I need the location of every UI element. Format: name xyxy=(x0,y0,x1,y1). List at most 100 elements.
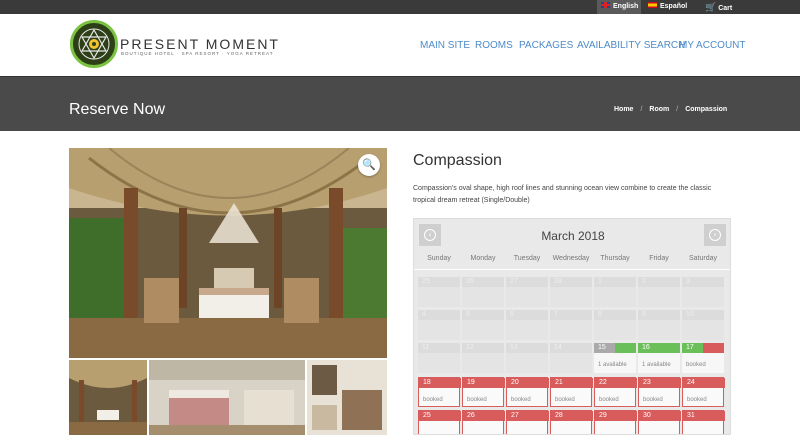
thumbnail-illustration xyxy=(149,360,305,435)
calendar-day-cell[interactable]: 21 booked xyxy=(550,377,593,407)
gallery-thumbnail[interactable] xyxy=(149,360,305,435)
calendar-day-status: booked xyxy=(511,397,531,403)
sacred-geometry-icon xyxy=(78,28,110,60)
brand-tagline: BOUTIQUE HOTEL · SPA RESORT · YOGA RETRE… xyxy=(121,51,274,56)
calendar-day-number: 31 xyxy=(683,411,725,421)
breadcrumb-separator: / xyxy=(640,106,643,113)
calendar-day-number: 10 xyxy=(682,310,724,320)
language-spanish-link[interactable]: Español xyxy=(648,0,694,14)
calendar-day-status: booked xyxy=(423,397,443,403)
page-title: Reserve Now xyxy=(69,101,166,118)
weekday-label: Monday xyxy=(470,255,496,262)
calendar-day-number: 18 xyxy=(419,378,461,388)
calendar-day-cell: 7 xyxy=(550,310,592,340)
calendar-day-number: 26 xyxy=(463,411,505,421)
calendar-day-number: 8 xyxy=(594,310,636,320)
calendar-day-cell[interactable]: 29 xyxy=(594,410,637,434)
calendar-day-number: 20 xyxy=(507,378,549,388)
calendar-day-cell[interactable]: 26 xyxy=(462,410,505,434)
calendar-day-cell: 5 xyxy=(462,310,504,340)
next-month-button[interactable]: › xyxy=(704,224,726,246)
calendar-day-cell[interactable]: 28 xyxy=(550,410,593,434)
room-main-photo[interactable] xyxy=(69,148,387,358)
calendar-day-cell: 3 xyxy=(682,277,724,307)
cart-icon: 🛒 xyxy=(705,2,717,12)
calendar-day-number: 28 xyxy=(550,277,592,287)
gallery-thumbnail[interactable] xyxy=(69,360,147,435)
calendar-day-cell[interactable]: 17 booked xyxy=(682,343,724,373)
calendar-day-cell[interactable]: 30 xyxy=(638,410,681,434)
calendar-day-cell[interactable]: 18 booked xyxy=(418,377,461,407)
utility-bar: English Español 🛒 Cart xyxy=(0,0,800,14)
uk-flag-icon xyxy=(601,2,610,9)
calendar-day-number: 23 xyxy=(639,378,681,388)
cart-link[interactable]: 🛒 Cart xyxy=(705,0,735,14)
weekday-label: Friday xyxy=(649,255,669,262)
calendar-day-cell[interactable]: 15 1 available xyxy=(594,343,636,373)
calendar-day-number: 24 xyxy=(683,378,725,388)
calendar-day-status: booked xyxy=(467,397,487,403)
brand-logo-icon[interactable] xyxy=(70,20,118,68)
calendar-day-cell: 2 xyxy=(638,277,680,307)
nav-rooms[interactable]: ROOMS xyxy=(475,40,513,51)
gallery-thumbnail[interactable] xyxy=(307,360,387,435)
breadcrumb-home[interactable]: Home xyxy=(614,106,633,113)
calendar-day-cell: 26 xyxy=(462,277,504,307)
calendar-day-status: 1 available xyxy=(598,362,627,368)
calendar-day-number: 27 xyxy=(506,277,548,287)
calendar-day-cell: 1 xyxy=(594,277,636,307)
nav-availability-search[interactable]: AVAILABILITY SEARCH xyxy=(577,40,685,51)
thumbnail-illustration xyxy=(307,360,387,435)
language-english-link[interactable]: English xyxy=(597,0,641,14)
calendar-day-number: 22 xyxy=(595,378,637,388)
chevron-right-icon: › xyxy=(709,229,721,241)
calendar-day-cell: 25 xyxy=(418,277,460,307)
calendar-day-cell: 6 xyxy=(506,310,548,340)
calendar-day-cell[interactable]: 31 xyxy=(682,410,725,434)
room-description: Compassion's oval shape, high roof lines… xyxy=(413,185,712,204)
nav-packages[interactable]: PACKAGES xyxy=(519,40,573,51)
calendar-day-cell[interactable]: 25 xyxy=(418,410,461,434)
calendar-day-status: booked xyxy=(687,397,707,403)
calendar-day-cell[interactable]: 23 booked xyxy=(638,377,681,407)
magnifier-icon: 🔍 xyxy=(362,158,376,171)
breadcrumb-separator: / xyxy=(676,106,679,113)
calendar-day-number: 6 xyxy=(506,310,548,320)
calendar-day-cell[interactable]: 19 booked xyxy=(462,377,505,407)
breadcrumb-current: Compassion xyxy=(685,106,728,113)
calendar-day-cell[interactable]: 22 booked xyxy=(594,377,637,407)
language-english-label: English xyxy=(613,3,639,10)
calendar-day-number: 26 xyxy=(462,277,504,287)
thumbnail-illustration xyxy=(69,360,147,435)
zoom-button[interactable]: 🔍 xyxy=(358,154,380,176)
calendar-day-number: 15 xyxy=(594,343,636,353)
page-banner: Reserve Now Home / Room / Compassion xyxy=(0,76,800,131)
calendar-day-cell: 13 xyxy=(506,343,548,373)
room-photo-illustration xyxy=(69,148,387,358)
calendar-day-cell: 10 xyxy=(682,310,724,340)
calendar-day-cell: 12 xyxy=(462,343,504,373)
calendar-day-cell: 28 xyxy=(550,277,592,307)
calendar-day-cell: 27 xyxy=(506,277,548,307)
calendar-day-cell[interactable]: 24 booked xyxy=(682,377,725,407)
calendar-day-number: 25 xyxy=(418,277,460,287)
availability-calendar: ‹ March 2018 › Sunday Monday Tuesday Wed… xyxy=(413,218,731,435)
calendar-day-number: 4 xyxy=(418,310,460,320)
nav-main-site[interactable]: MAIN SITE xyxy=(420,40,470,51)
calendar-day-number: 11 xyxy=(418,343,460,353)
calendar-day-cell[interactable]: 16 1 available xyxy=(638,343,680,373)
calendar-day-number: 19 xyxy=(463,378,505,388)
calendar-day-number: 2 xyxy=(638,277,680,287)
calendar-day-number: 28 xyxy=(551,411,593,421)
breadcrumb-room[interactable]: Room xyxy=(649,106,669,113)
room-title: Compassion xyxy=(413,152,502,169)
nav-my-account[interactable]: MY ACCOUNT xyxy=(679,40,746,51)
calendar-day-status: 1 available xyxy=(642,362,671,368)
spain-flag-icon xyxy=(648,2,657,9)
calendar-day-number: 21 xyxy=(551,378,593,388)
brand-name[interactable]: PRESENT MOMENT xyxy=(120,36,280,52)
calendar-day-status: booked xyxy=(643,397,663,403)
calendar-day-number: 7 xyxy=(550,310,592,320)
calendar-day-cell[interactable]: 20 booked xyxy=(506,377,549,407)
calendar-day-cell[interactable]: 27 xyxy=(506,410,549,434)
